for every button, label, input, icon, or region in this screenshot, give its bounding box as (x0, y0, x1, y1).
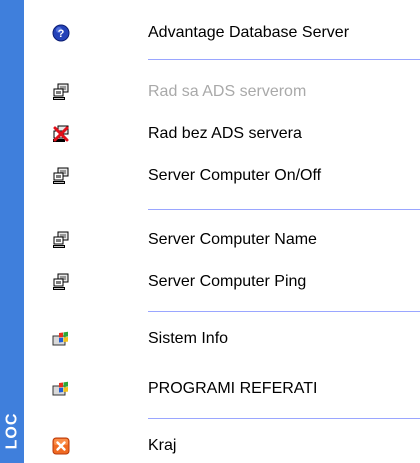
side-banner-label: LOC (3, 412, 20, 450)
menu-item-rad-bez-ads-servera[interactable]: Rad bez ADS servera (36, 113, 420, 155)
menu-item-label: PROGRAMI REFERATI (148, 380, 318, 397)
menu-separator (148, 418, 420, 419)
menu-item-server-computer-ping[interactable]: Server Computer Ping (36, 261, 420, 303)
menu-side-strip: LOC (0, 0, 36, 463)
close-icon (52, 437, 70, 455)
network-computer-icon (52, 273, 70, 291)
menu-separator (148, 311, 420, 312)
menu-item-label: Server Computer On/Off (148, 167, 322, 184)
menu-side-banner: LOC (0, 0, 24, 463)
menu-item-label: Kraj (148, 436, 177, 454)
menu-item-kraj[interactable]: Kraj (36, 428, 420, 463)
menu-item-server-computer-name[interactable]: Server Computer Name (36, 219, 420, 261)
menu-item-server-computer-on-off[interactable]: Server Computer On/Off (36, 155, 420, 197)
svg-text:?: ? (58, 28, 65, 40)
menu-item-programi-referati[interactable]: PROGRAMI REFERATI (36, 368, 420, 410)
menu-item-label: Advantage Database Server (148, 24, 350, 41)
context-menu: ? Advantage Database Server Rad sa ADS s… (36, 0, 420, 463)
menu-item-label: Rad bez ADS servera (148, 125, 302, 142)
menu-item-label: Server Computer Ping (148, 273, 307, 290)
menu-item-label: Sistem Info (148, 330, 229, 347)
windows-logo-icon (52, 330, 70, 348)
menu-item-advantage-database-server[interactable]: ? Advantage Database Server (36, 12, 420, 54)
network-computer-icon (52, 231, 70, 249)
network-disconnected-icon (52, 125, 70, 143)
windows-logo-icon (52, 380, 70, 398)
menu-item-rad-sa-ads-serverom[interactable]: Rad sa ADS serverom (36, 71, 420, 113)
menu-separator (148, 209, 420, 210)
menu-item-label: Rad sa ADS serverom (148, 83, 307, 100)
menu-item-label: Server Computer Name (148, 231, 317, 248)
network-computer-icon (52, 83, 70, 101)
help-icon: ? (52, 24, 70, 42)
network-computer-icon (52, 167, 70, 185)
menu-separator (148, 59, 420, 60)
menu-item-sistem-info[interactable]: Sistem Info (36, 318, 420, 360)
